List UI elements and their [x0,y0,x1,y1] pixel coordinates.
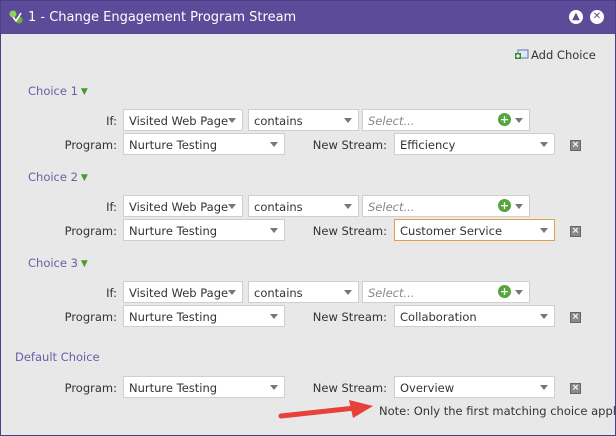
choice-2-stream-select[interactable]: Customer Service [394,219,555,241]
choice-1-program-select[interactable]: Nurture Testing [123,133,285,155]
if-label: If: [106,200,117,214]
choice-2-header[interactable]: Choice 2 ▼ [28,170,88,184]
delete-choice-icon[interactable]: × [570,312,581,323]
choice-3-header[interactable]: Choice 3 ▼ [28,256,88,270]
choice-3-program-select[interactable]: Nurture Testing [123,305,285,327]
add-choice-icon [515,49,529,59]
chevron-down-icon [270,314,278,319]
choice-2-program-select[interactable]: Nurture Testing [123,219,285,241]
chevron-down-icon: ▼ [80,173,88,183]
delete-choice-icon[interactable]: × [570,140,581,151]
program-label: Program: [64,310,117,324]
chevron-down-icon [228,290,236,295]
chevron-down-icon: ▼ [80,259,88,269]
flow-step-icon [9,10,23,24]
red-arrow-annotation [278,400,373,419]
choice-1-trigger-select[interactable]: Visited Web Page [123,109,243,131]
chevron-down-icon [270,385,278,390]
chevron-down-icon: ▼ [80,87,88,97]
add-value-icon[interactable]: + [498,285,511,298]
choice-2-trigger-select[interactable]: Visited Web Page [123,195,243,217]
chevron-down-icon [540,385,548,390]
add-choice-button[interactable]: Add Choice [515,48,596,62]
dialog-titlebar[interactable]: 1 - Change Engagement Program Stream ▲ ✕ [1,1,615,34]
chevron-down-icon [270,142,278,147]
program-label: Program: [64,224,117,238]
collapse-icon[interactable]: ▲ [569,10,583,24]
program-label: Program: [64,381,117,395]
default-stream-select[interactable]: Overview [394,376,555,398]
chevron-down-icon [515,204,523,209]
chevron-down-icon [270,228,278,233]
default-choice-header: Default Choice [15,350,100,364]
chevron-down-icon [344,118,352,123]
chevron-down-icon [540,228,548,233]
first-match-note: Note: Only the first matching choice app… [379,404,616,418]
add-choice-label: Add Choice [531,48,596,62]
choice-1-title: Choice 1 [28,84,78,98]
new-stream-label: New Stream: [312,310,387,324]
choice-3-stream-select[interactable]: Collaboration [394,305,555,327]
dialog-title: 1 - Change Engagement Program Stream [28,10,297,25]
new-stream-label: New Stream: [312,138,387,152]
chevron-down-icon [515,118,523,123]
choice-3-trigger-select[interactable]: Visited Web Page [123,281,243,303]
choice-2-operator-select[interactable]: contains [248,195,359,217]
choice-3-operator-select[interactable]: contains [248,281,359,303]
chevron-down-icon [228,204,236,209]
program-label: Program: [64,138,117,152]
add-value-icon[interactable]: + [498,199,511,212]
if-label: If: [106,286,117,300]
chevron-down-icon [540,314,548,319]
add-value-icon[interactable]: + [498,113,511,126]
choice-1-stream-select[interactable]: Efficiency [394,133,555,155]
delete-choice-icon[interactable]: × [570,226,581,237]
default-program-select[interactable]: Nurture Testing [123,376,285,398]
chevron-down-icon [228,118,236,123]
chevron-down-icon [344,204,352,209]
choice-1-operator-select[interactable]: contains [248,109,359,131]
change-stream-dialog: 1 - Change Engagement Program Stream ▲ ✕… [0,0,616,436]
chevron-down-icon [515,290,523,295]
new-stream-label: New Stream: [312,224,387,238]
delete-choice-icon[interactable]: × [570,383,581,394]
close-icon[interactable]: ✕ [590,10,604,24]
choice-2-title: Choice 2 [28,170,78,184]
choice-1-header[interactable]: Choice 1 ▼ [28,84,88,98]
choice-3-title: Choice 3 [28,256,78,270]
chevron-down-icon [344,290,352,295]
if-label: If: [106,114,117,128]
chevron-down-icon [540,142,548,147]
new-stream-label: New Stream: [312,381,387,395]
